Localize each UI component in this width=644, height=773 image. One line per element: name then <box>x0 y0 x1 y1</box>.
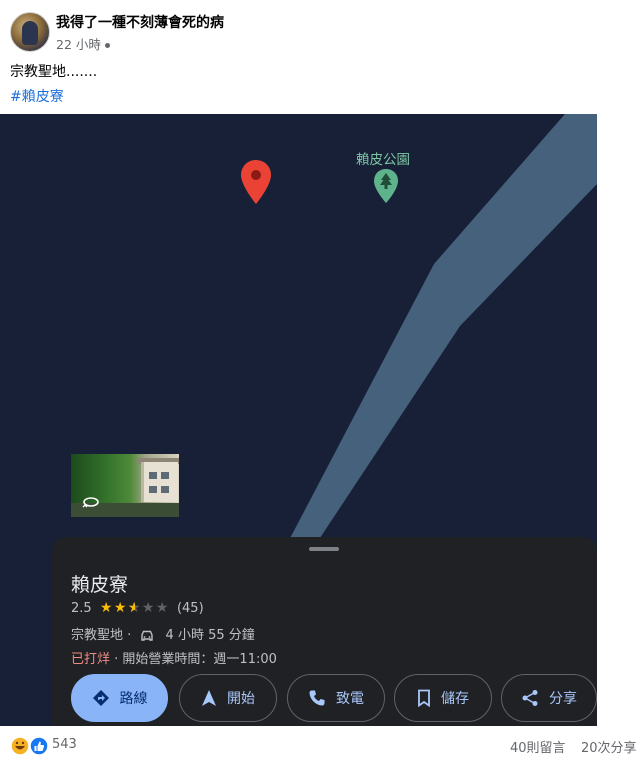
street-view-thumbnail[interactable] <box>71 454 179 517</box>
park-label: 賴皮公園 <box>356 152 410 168</box>
share-count[interactable]: 20次分享 <box>581 737 637 756</box>
location-pin-icon <box>241 160 271 204</box>
post-image[interactable]: 賴皮公園 賴皮寮 2.5 ★★★ ★★★ (45) 宗教聖地 · 4 小時 55… <box>0 114 644 726</box>
status-row: 已打烊 · 開始營業時間：週一11:00 <box>71 648 277 667</box>
360-rotate-icon <box>82 497 99 508</box>
half-star-icon: ★ <box>128 601 142 615</box>
review-count[interactable]: (45) <box>177 601 204 616</box>
bookmark-icon <box>418 689 430 707</box>
post-time[interactable]: 22 小時 <box>56 34 110 53</box>
park-pin-icon <box>374 169 398 203</box>
page-name[interactable]: 我得了一種不刻薄會死的病 <box>56 12 224 32</box>
share-label: 分享 <box>549 691 577 707</box>
rating-value: 2.5 <box>71 601 92 616</box>
place-title: 賴皮寮 <box>71 574 129 596</box>
reaction-count[interactable]: 543 <box>52 737 77 752</box>
rating-row: 2.5 ★★★★★ (45) <box>71 601 204 616</box>
drag-handle[interactable] <box>309 547 339 551</box>
status-closed: 已打烊 <box>71 652 111 667</box>
post-text: 宗教聖地....... <box>10 64 98 80</box>
call-button[interactable]: 致電 <box>287 674 385 722</box>
opening-hours: · 開始營業時間：週一11:00 <box>114 652 277 667</box>
post-header: 我得了一種不刻薄會死的病 22 小時 <box>10 10 630 54</box>
car-icon <box>141 630 154 641</box>
privacy-globe-icon <box>104 43 110 48</box>
travel-time: 4 小時 55 分鐘 <box>165 628 255 643</box>
call-label: 致電 <box>336 691 364 707</box>
phone-icon <box>309 690 325 706</box>
info-row: 宗教聖地 · 4 小時 55 分鐘 <box>71 624 255 643</box>
share-icon <box>522 690 538 706</box>
action-buttons: 路線 開始 致電 儲存 分享 <box>71 674 597 724</box>
post-time-label[interactable]: 22 小時 <box>56 37 101 52</box>
reaction-icons[interactable] <box>10 736 50 756</box>
page-avatar[interactable] <box>10 12 50 52</box>
directions-icon <box>92 690 109 706</box>
hashtag-link[interactable]: #賴皮寮 <box>10 86 64 106</box>
start-button[interactable]: 開始 <box>179 674 277 722</box>
share-button[interactable]: 分享 <box>501 674 597 722</box>
empty-star-icon: ★ <box>155 600 169 616</box>
place-category: 宗教聖地 · <box>71 628 132 643</box>
map-view: 賴皮公園 賴皮寮 2.5 ★★★ ★★★ (45) 宗教聖地 · 4 小時 55… <box>0 114 597 726</box>
empty-star-icon: ★ <box>141 600 155 616</box>
post-footer: 543 40則留言 20次分享 <box>0 726 644 773</box>
navigation-icon <box>202 690 216 706</box>
directions-label: 路線 <box>119 691 148 707</box>
star-icon: ★ <box>113 600 127 616</box>
start-label: 開始 <box>227 691 255 707</box>
star-icon: ★ <box>99 600 113 616</box>
directions-button[interactable]: 路線 <box>71 674 168 722</box>
save-label: 儲存 <box>441 691 469 707</box>
comment-count[interactable]: 40則留言 <box>510 737 566 756</box>
place-details-sheet: 賴皮寮 2.5 ★★★★★ (45) 宗教聖地 · 4 小時 55 分鐘 已打烊… <box>52 537 597 726</box>
save-button[interactable]: 儲存 <box>394 674 492 722</box>
star-rating: ★★★ ★★ <box>100 601 170 616</box>
